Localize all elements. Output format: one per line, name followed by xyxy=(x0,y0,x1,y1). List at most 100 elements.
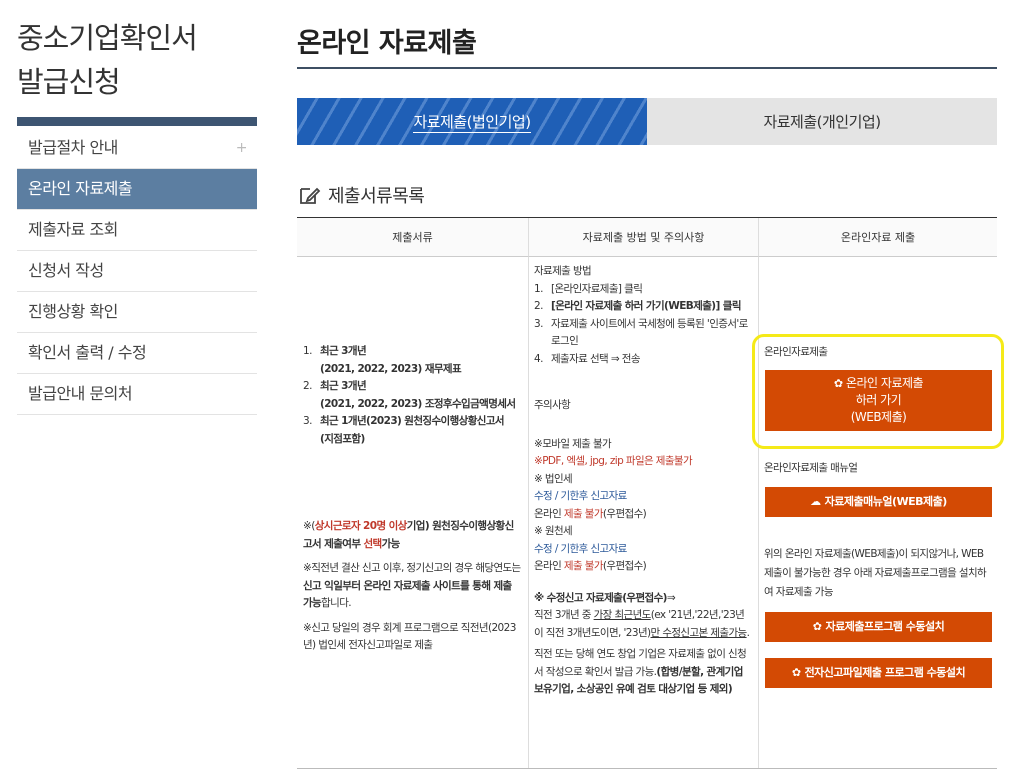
amend-part: 가장 최근년도 xyxy=(593,609,652,621)
caution-title: 주의사항 xyxy=(534,399,571,411)
step-number: 2. xyxy=(534,300,543,312)
caution-corp-online: 온라인 제출 불가(우편접수) xyxy=(534,506,753,524)
caution-corp-amend: 수정 / 기한후 신고자료 xyxy=(534,490,627,502)
highlight-box xyxy=(752,334,1004,449)
method-steps: 1. [온라인자료제출] 클릭 2. [온라인 자료제출 하러 가기(WEB제출)]… xyxy=(534,281,753,369)
doc-line: 최근 1개년(2023) 원천징수이행상황신고서 xyxy=(320,415,505,427)
program-install-button[interactable]: ✿ 자료제출프로그램 수동설치 xyxy=(765,612,992,642)
doc-line: (지점포함) xyxy=(320,432,365,445)
section-title-text: 제출서류목록 xyxy=(328,186,425,207)
button-label: 자료제출매뉴얼(WEB제출) xyxy=(824,495,948,509)
amend-part: 만 수정신고본 제출가능 xyxy=(650,626,748,639)
caution-formats: ※PDF, 엑셀, jpg, zip 파일은 제출불가 xyxy=(534,455,693,467)
caution-text: 제출 불가 xyxy=(563,507,604,520)
sidebar-item-label: 발급절차 안내 xyxy=(28,138,118,157)
tab-individual[interactable]: 자료제출(개인기업) xyxy=(647,98,997,145)
doc-line: 최근 3개년 xyxy=(320,345,367,357)
sidebar-item-label: 신청서 작성 xyxy=(28,261,104,280)
note-text: 가능 xyxy=(381,537,401,550)
doc-number: 2. xyxy=(303,380,312,392)
note-text: ※( xyxy=(303,520,315,532)
sidebar-item-contact[interactable]: 발급안내 문의처 xyxy=(17,374,257,415)
note-regular-filing: ※직전년 결산 신고 이후, 정기신고의 경우 해당연도는 신고 익일부터 온라… xyxy=(303,560,522,613)
tab-corporate[interactable]: 자료제출(법인기업) xyxy=(297,98,647,145)
arrow-icon: ⇒ xyxy=(666,591,676,604)
doc-line: (2021, 2022, 2023) 조정후수입금액명세서 xyxy=(320,397,516,410)
sidebar: 중소기업확인서 발급신청 발급절차 안내 + 온라인 자료제출 제출자료 조회 … xyxy=(17,0,257,415)
table-cell-online-submit: 온라인자료제출 ✿ 온라인 자료제출 하러 가기 (WEB제출) 온라인자료제출… xyxy=(752,257,1004,768)
table-cell-method: 자료제출 방법 1. [온라인자료제출] 클릭 2. [온라인 자료제출 하러 가기… xyxy=(528,257,758,768)
amend-title: ※ 수정신고 자료제출(우편접수)⇒ xyxy=(534,590,753,608)
sidebar-item-online-submit[interactable]: 온라인 자료제출 xyxy=(17,169,257,210)
sidebar-item-progress-status[interactable]: 진행상황 확인 xyxy=(17,292,257,333)
list-item: 2. [온라인 자료제출 하러 가기(WEB제출)] 클릭 xyxy=(534,298,753,316)
doc-number: 3. xyxy=(303,415,312,427)
tab-bar: 자료제출(법인기업) 자료제출(개인기업) xyxy=(297,98,997,145)
sidebar-menu: 발급절차 안내 + 온라인 자료제출 제출자료 조회 신청서 작성 진행상황 확… xyxy=(17,128,257,415)
manual-label: 온라인자료제출 매뉴얼 xyxy=(764,461,858,474)
sidebar-title-line2: 발급신청 xyxy=(17,65,121,99)
efile-install-button[interactable]: ✿ 전자신고파일제출 프로그램 수동설치 xyxy=(765,658,992,688)
note-text: 합니다. xyxy=(321,597,352,609)
caution-wh-online: 온라인 제출 불가(우편접수) xyxy=(534,558,753,576)
list-item: 1. [온라인자료제출] 클릭 xyxy=(534,281,753,299)
list-item: 2. 최근 3개년 (2021, 2022, 2023) 조정후수입금액명세서 xyxy=(303,378,522,413)
caution-text: 제출 불가 xyxy=(563,560,604,572)
sidebar-item-submission-lookup[interactable]: 제출자료 조회 xyxy=(17,210,257,251)
caution-text: (우편접수) xyxy=(602,507,647,520)
caution-withholding: ※ 원천세 xyxy=(534,525,573,537)
main-content: 온라인 자료제출 자료제출(법인기업) 자료제출(개인기업) 제출서류목록 제출… xyxy=(297,0,1004,769)
sidebar-item-label: 온라인 자료제출 xyxy=(28,179,133,198)
doc-line: (2021, 2022, 2023) 재무제표 xyxy=(320,362,462,375)
sidebar-divider-bar xyxy=(17,117,257,126)
sidebar-item-process-guide[interactable]: 발급절차 안내 + xyxy=(17,128,257,169)
tab-label: 자료제출(법인기업) xyxy=(413,112,531,133)
list-item: 4. 제출자료 선택 ⇒ 전송 xyxy=(534,351,753,369)
tab-label: 자료제출(개인기업) xyxy=(763,113,881,131)
doc-number: 1. xyxy=(303,345,312,357)
cloud-download-icon: ☁ xyxy=(810,495,821,509)
table-cell-documents: 1. 최근 3개년 (2021, 2022, 2023) 재무제표 2. 최근 3개년… xyxy=(297,257,528,768)
method-title: 자료제출 방법 xyxy=(534,265,592,277)
step-text: [온라인자료제출] 클릭 xyxy=(551,282,643,295)
sidebar-item-print-edit[interactable]: 확인서 출력 / 수정 xyxy=(17,333,257,374)
caution-corp-tax: ※ 법인세 xyxy=(534,472,573,485)
sidebar-title-line1: 중소기업확인서 xyxy=(17,21,198,55)
sidebar-item-application-form[interactable]: 신청서 작성 xyxy=(17,251,257,292)
list-item: 3. 최근 1개년(2023) 원천징수이행상황신고서 (지점포함) xyxy=(303,413,522,448)
note-text: 상시근로자 20명 이상 xyxy=(314,520,408,532)
caution-text: 온라인 xyxy=(534,560,564,572)
sidebar-item-label: 제출자료 조회 xyxy=(28,220,118,239)
step-number: 4. xyxy=(534,352,543,365)
button-label: 전자신고파일제출 프로그램 수동설치 xyxy=(804,666,966,680)
caution-text: (우편접수) xyxy=(602,560,647,572)
amend-part: . xyxy=(746,626,750,639)
table-header: 제출서류 xyxy=(297,218,528,257)
note-employees: ※(상시근로자 20명 이상기업) 원천징수이행상황신고서 제출여부 선택가능 xyxy=(303,518,522,553)
pencil-square-icon xyxy=(300,187,321,204)
caution-mobile: ※모바일 제출 불가 xyxy=(534,437,612,450)
required-docs-list: 1. 최근 3개년 (2021, 2022, 2023) 재무제표 2. 최근 3개년… xyxy=(303,343,522,448)
note-same-day: ※신고 당일의 경우 회계 프로그램으로 직전년(2023년) 법인세 전자신고… xyxy=(303,621,516,652)
list-item: 1. 최근 3개년 (2021, 2022, 2023) 재무제표 xyxy=(303,343,522,378)
page-title: 온라인 자료제출 xyxy=(297,0,997,69)
doc-line: 최근 3개년 xyxy=(320,380,367,392)
list-item: 3. 자료제출 사이트에서 국세청에 등록된 '인증서'로 로그인 xyxy=(534,316,753,351)
table-header: 온라인자료 제출 xyxy=(758,218,997,257)
sidebar-item-label: 확인서 출력 / 수정 xyxy=(28,343,147,362)
button-label: 자료제출프로그램 수동설치 xyxy=(825,620,945,634)
gear-icon: ✿ xyxy=(812,620,822,634)
sidebar-item-label: 진행상황 확인 xyxy=(28,302,118,321)
manual-button[interactable]: ☁ 자료제출매뉴얼(WEB제출) xyxy=(765,487,992,517)
section-title: 제출서류목록 xyxy=(297,173,997,217)
new-company-text: 직전 또는 당해 연도 창업 기업은 자료제출 없이 신청서 작성으로 확인서 … xyxy=(534,646,753,699)
caution-wh-amend: 수정 / 기한후 신고자료 xyxy=(534,542,627,555)
note-text: 선택 xyxy=(363,537,382,550)
plus-icon[interactable]: + xyxy=(236,128,248,168)
sidebar-item-label: 발급안내 문의처 xyxy=(28,384,133,403)
note-text: ※직전년 결산 신고 이후, 정기신고의 경우 해당연도는 xyxy=(303,562,521,574)
amend-part: 직전 3개년 중 xyxy=(534,609,594,621)
amend-title-text: ※ 수정신고 자료제출(우편접수) xyxy=(534,591,667,604)
step-number: 3. xyxy=(534,317,543,330)
step-text: 제출자료 선택 ⇒ 전송 xyxy=(551,352,640,365)
